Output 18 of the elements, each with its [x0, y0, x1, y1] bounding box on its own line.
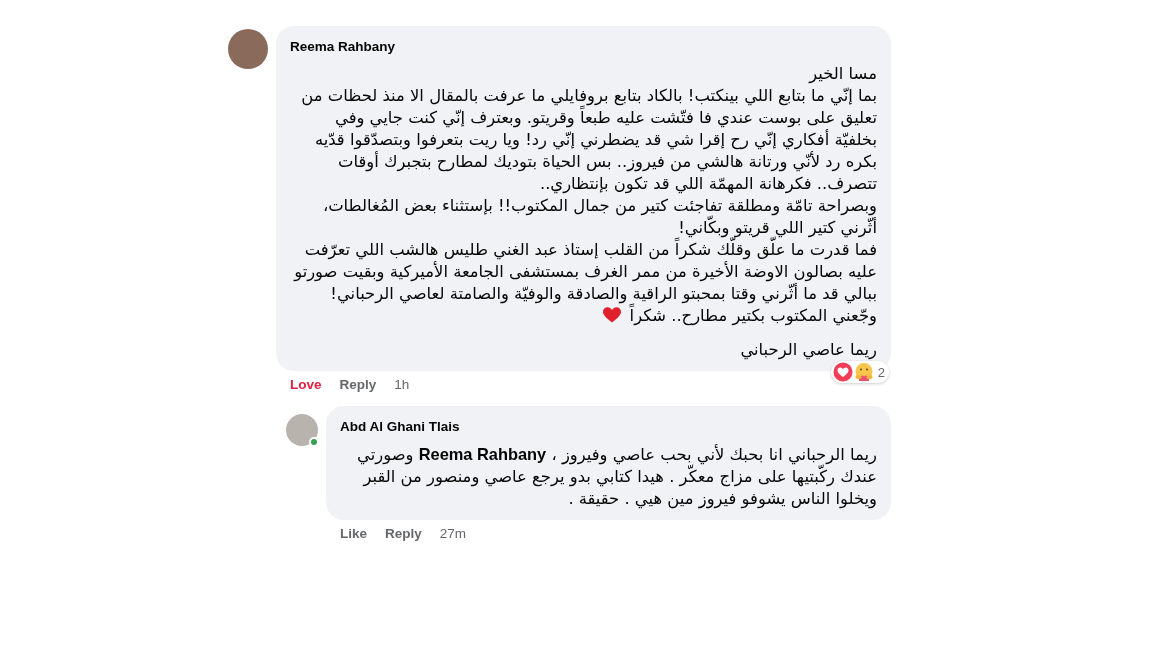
- reaction-summary[interactable]: 2: [830, 361, 889, 384]
- reaction-link[interactable]: Like: [340, 523, 367, 544]
- comment-text: بما إنّي ما بتابع اللي بينكتب! بالكاد بتابع بروفايلي ما عرفت بالمقال الا منذ لحظات من تعليق على بوست عندي فا فتّشت عليه طبعاً وقريتو. وبعترف إنّي كنت جايي وفي بخلفيّة أفكاري إنّي رح إقرا شي قد يضطرني إنّي رد! ويا ريت بتعرفوا وبتصدّقوا قدّيه بكره رد لأنّي ورتانة هالشي من فيروز.. بس الحياة بتوديك لمطارح بتجبرك أوقات تتصرف.. فكرهانة المهمّة اللي قد تكون بإنتظاري..: [300, 85, 877, 196]
- signature-text: ريما عاصي الرحباني: [739, 339, 877, 362]
- timestamp[interactable]: 1h: [394, 375, 410, 396]
- avatar-photo[interactable]: [228, 29, 268, 69]
- avatar-photo[interactable]: [286, 413, 318, 446]
- reaction-link[interactable]: Love: [290, 375, 322, 396]
- timestamp[interactable]: 27m: [439, 523, 467, 544]
- comment-text: وجّعني المكتوب بكتير مطارح.. شكراً: [290, 305, 877, 328]
- reply-link[interactable]: Reply: [385, 523, 422, 544]
- hugging-face-icon: [853, 362, 874, 383]
- comment-text: مسا الخير: [807, 63, 877, 86]
- author-name[interactable]: Abd Al Ghani Tlais: [340, 416, 460, 437]
- reaction-count: 2: [877, 363, 885, 382]
- author-name[interactable]: Reema Rahbany: [290, 37, 396, 58]
- reply-link[interactable]: Reply: [339, 375, 377, 396]
- heart-reaction-icon: [832, 362, 853, 383]
